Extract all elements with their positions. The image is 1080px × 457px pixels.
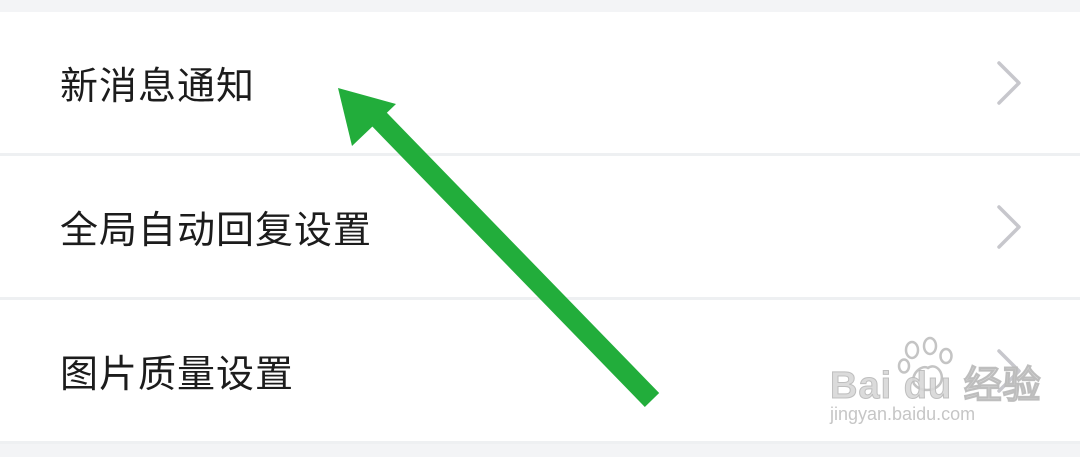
settings-item-label: 新消息通知 [60, 64, 256, 108]
settings-item-label: 全局自动回复设置 [60, 208, 373, 252]
chevron-right-icon [997, 60, 1021, 105]
settings-item-new-message-notification[interactable]: 新消息通知 [0, 12, 1080, 156]
watermark-brand: Bai du 经验 [830, 365, 1042, 408]
watermark: Bai du 经验 jingyan.baidu.com [828, 336, 1041, 440]
chevron-right-icon [997, 204, 1021, 249]
bottom-spacer [0, 444, 1080, 457]
watermark-url: jingyan.baidu.com [830, 404, 976, 424]
top-spacer [0, 0, 1080, 12]
settings-item-global-auto-reply[interactable]: 全局自动回复设置 [0, 156, 1080, 300]
settings-item-label: 图片质量设置 [60, 352, 295, 396]
